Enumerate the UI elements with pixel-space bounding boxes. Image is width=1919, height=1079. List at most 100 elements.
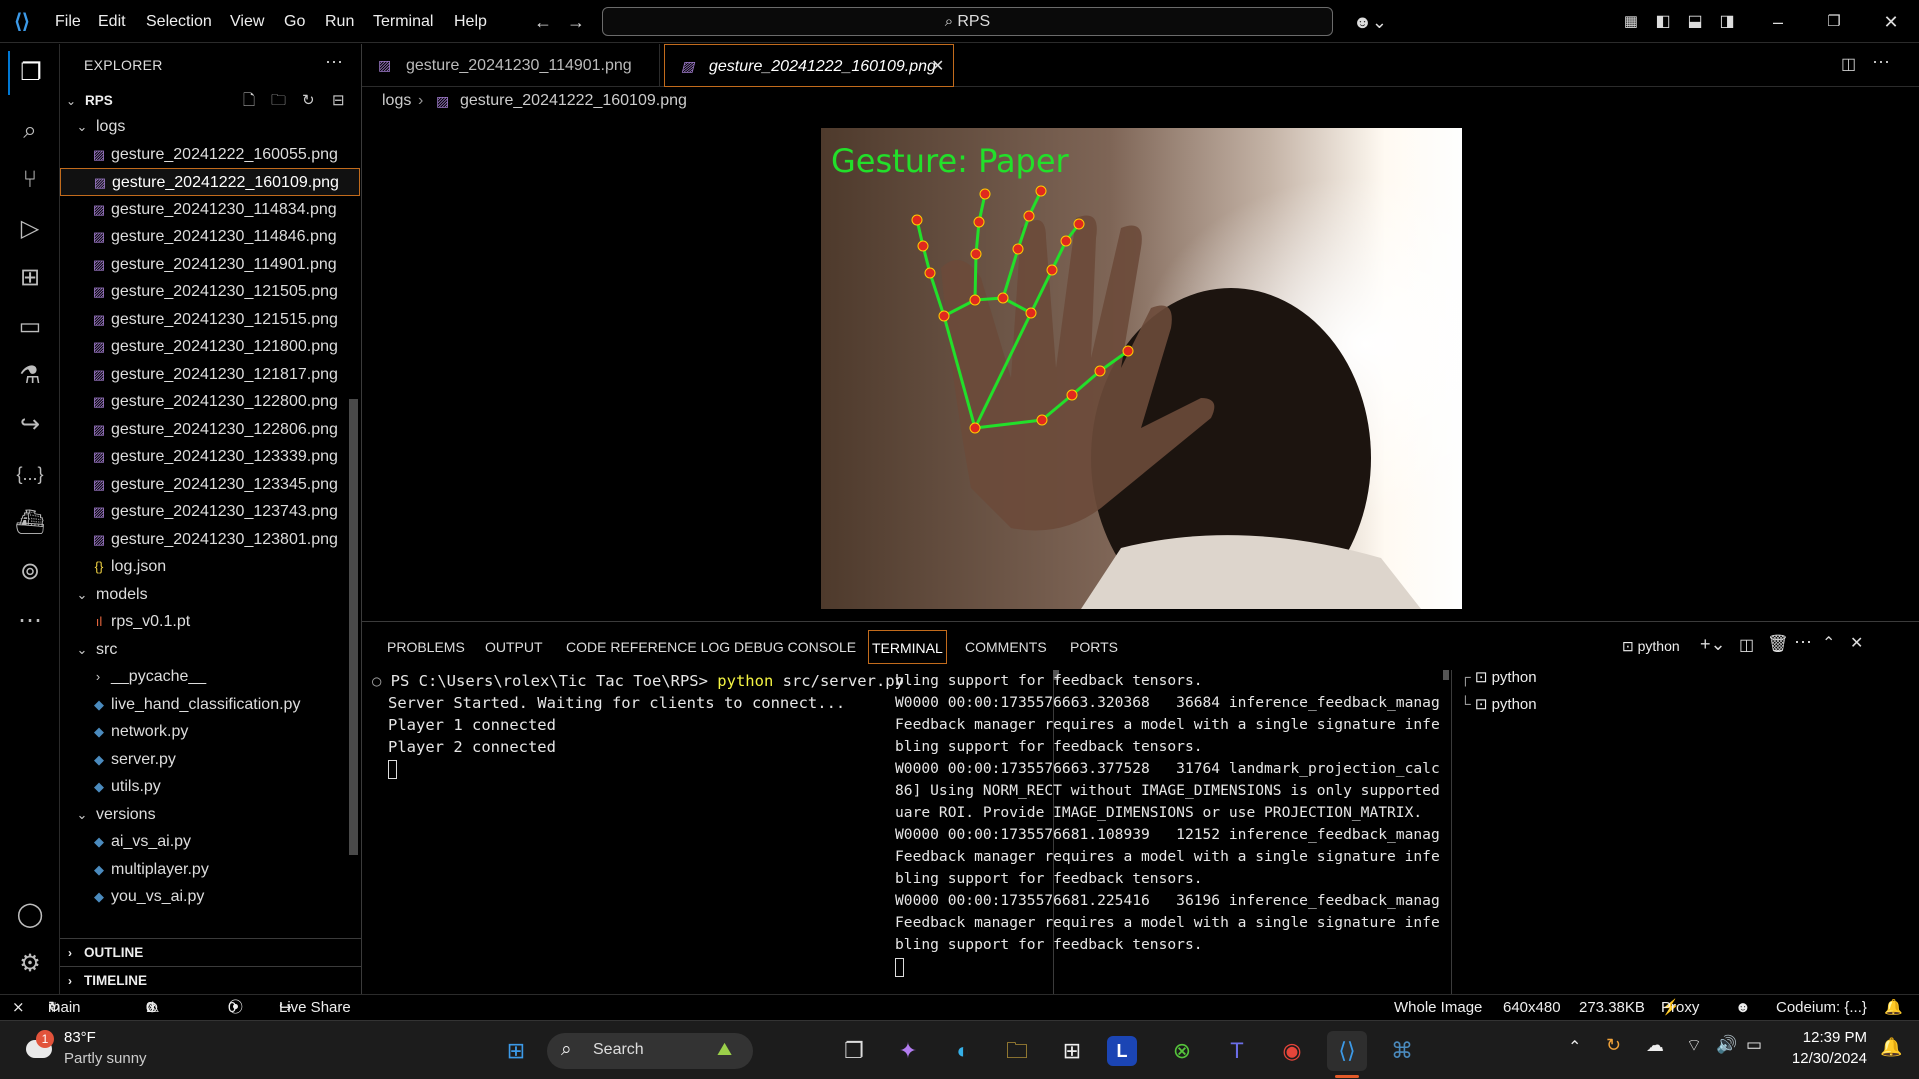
file-item[interactable]: ▨ gesture_20241230_121515.png	[60, 306, 360, 334]
menu-selection[interactable]: Selection	[146, 0, 212, 43]
toggle-secondary-sidebar-icon[interactable]: ◨	[1715, 10, 1739, 34]
search-view-icon[interactable]: ⌕	[8, 109, 52, 153]
vscode-taskbar-icon[interactable]: ⟨⟩	[1327, 1031, 1367, 1071]
python-taskbar-icon[interactable]: ⌘	[1382, 1031, 1422, 1071]
file-item[interactable]: {} log.json	[60, 553, 360, 581]
tab-debug-console[interactable]: DEBUG CONSOLE	[734, 630, 856, 664]
tab-problems[interactable]: PROBLEMS	[387, 630, 465, 664]
command-center[interactable]: ⌕ RPS	[602, 7, 1333, 36]
remote-icon[interactable]: ⨯	[12, 995, 25, 1020]
json-tools-icon[interactable]: {...}	[8, 452, 52, 496]
file-item[interactable]: ▨ gesture_20241230_123345.png	[60, 471, 360, 499]
file-item[interactable]: ▨ gesture_20241230_123801.png	[60, 526, 360, 554]
menu-edit[interactable]: Edit	[98, 0, 126, 43]
timeline-section[interactable]: › TIMELINE	[60, 966, 362, 994]
tab-gesture-114901[interactable]: ▨ gesture_20241230_114901.png	[362, 44, 660, 87]
menu-help[interactable]: Help	[454, 0, 487, 43]
more-views-icon[interactable]: ⋯	[8, 599, 52, 643]
copilot-icon[interactable]: ☻⌄	[1352, 10, 1388, 34]
copilot-app-icon[interactable]: ✦	[888, 1031, 928, 1071]
copilot-status-icon[interactable]: ☻	[1735, 995, 1751, 1020]
folder-item[interactable]: ⌄ src	[60, 636, 360, 664]
file-item[interactable]: ▨ gesture_20241230_114834.png	[60, 196, 360, 224]
testing-icon[interactable]: ⚗	[8, 354, 52, 398]
chrome-icon[interactable]: ◉	[1272, 1031, 1312, 1071]
restore-icon[interactable]: ❐	[1822, 10, 1846, 34]
menu-terminal[interactable]: Terminal	[373, 0, 433, 43]
codeium-status[interactable]: Codeium: {...}	[1776, 995, 1867, 1020]
close-panel-icon[interactable]: ✕	[1850, 633, 1863, 653]
terminal-list-item[interactable]: └ ⊡ python	[1460, 693, 1537, 717]
explorer-icon[interactable]: ❐	[8, 51, 52, 95]
forward-arrow-icon[interactable]: →	[564, 10, 588, 34]
split-editor-icon[interactable]: ◫	[1841, 54, 1856, 74]
file-item[interactable]: ◆ utils.py	[60, 773, 360, 801]
workspace-root[interactable]: ⌄ RPS 🗋 🗀 ↻ ⊟	[60, 88, 362, 114]
folder-item[interactable]: ⌄ versions	[60, 801, 360, 829]
breadcrumb-folder[interactable]: logs	[382, 88, 411, 114]
sidebar-scrollbar[interactable]	[349, 399, 358, 855]
xbox-icon[interactable]: ⊗	[1162, 1031, 1202, 1071]
file-item[interactable]: ◆ ai_vs_ai.py	[60, 828, 360, 856]
manage-gear-icon[interactable]: ⚙	[8, 942, 52, 986]
accounts-icon[interactable]: ◯	[8, 893, 52, 937]
teams-icon[interactable]: T	[1217, 1031, 1257, 1071]
panel-more-icon[interactable]: ⋯	[1794, 632, 1812, 653]
battery-icon[interactable]: ▭	[1746, 1035, 1762, 1055]
zoom-status[interactable]: Whole Image	[1394, 995, 1482, 1020]
volume-icon[interactable]: 🔊	[1716, 1035, 1737, 1055]
weather-widget-icon[interactable]: 1	[22, 1030, 58, 1068]
split-terminal-icon[interactable]: ◫	[1739, 635, 1754, 655]
windows-start-icon[interactable]: ⊞	[496, 1031, 536, 1071]
clock-time[interactable]: 12:39 PM	[1787, 1029, 1867, 1046]
file-item[interactable]: ◆ multiplayer.py	[60, 856, 360, 884]
task-view-icon[interactable]: ❐	[834, 1031, 874, 1071]
terminal-profile[interactable]: ⊡ python	[1622, 638, 1680, 655]
refresh-icon[interactable]: ↻	[302, 88, 315, 114]
tab-comments[interactable]: COMMENTS	[965, 630, 1047, 664]
toggle-sidebar-icon[interactable]: ◧	[1651, 10, 1675, 34]
menu-go[interactable]: Go	[284, 0, 305, 43]
folder-item[interactable]: ⌄ models	[60, 581, 360, 609]
remote-explorer-icon[interactable]: ▭	[8, 305, 52, 349]
l-app-icon[interactable]: L	[1107, 1036, 1137, 1066]
edge-browser-icon[interactable]: ◐	[943, 1031, 983, 1071]
tab-output[interactable]: OUTPUT	[485, 630, 543, 664]
menu-file[interactable]: File	[55, 0, 81, 43]
taskbar-search[interactable]: ⌕ Search ⛰	[547, 1033, 753, 1069]
file-item[interactable]: ▨ gesture_20241230_121800.png	[60, 333, 360, 361]
tab-terminal[interactable]: TERMINAL	[868, 630, 947, 664]
file-item[interactable]: ◆ live_hand_classification.py	[60, 691, 360, 719]
file-explorer-icon[interactable]: 🗀	[997, 1031, 1037, 1071]
close-tab-icon[interactable]: ✕	[931, 45, 944, 88]
new-folder-icon[interactable]: 🗀	[271, 88, 286, 114]
terminal-list-item[interactable]: ┌ ⊡ python	[1460, 666, 1537, 690]
live-share-icon[interactable]: ↪	[8, 403, 52, 447]
menu-run[interactable]: Run	[325, 0, 354, 43]
terminal-scrollbar[interactable]	[1443, 670, 1449, 680]
clock-date[interactable]: 12/30/2024	[1787, 1050, 1867, 1067]
maximize-panel-icon[interactable]: ⌃	[1822, 633, 1835, 653]
codeium-icon[interactable]: ⊚	[8, 550, 52, 594]
tab-code-reference-log[interactable]: CODE REFERENCE LOG	[566, 630, 730, 664]
folder-item[interactable]: ⌄ logs	[60, 117, 360, 141]
extensions-icon[interactable]: ⊞	[8, 256, 52, 300]
update-icon[interactable]: ↻	[1606, 1035, 1621, 1056]
onedrive-icon[interactable]: ☁	[1646, 1035, 1664, 1056]
editor-more-icon[interactable]: ⋯	[1872, 52, 1890, 73]
show-hidden-icons[interactable]: ⌃	[1568, 1037, 1581, 1057]
terminal-right[interactable]: bling support for feedback tensors. W0000…	[895, 670, 1440, 990]
run-debug-icon[interactable]: ▷	[8, 207, 52, 251]
wifi-icon[interactable]: ⌔	[1686, 1035, 1702, 1056]
tab-ports[interactable]: PORTS	[1070, 630, 1118, 664]
file-item[interactable]: ◆ network.py	[60, 718, 360, 746]
file-item[interactable]: ▨ gesture_20241230_122800.png	[60, 388, 360, 416]
file-item[interactable]: ▨ gesture_20241230_123339.png	[60, 443, 360, 471]
new-terminal-icon[interactable]: +⌄	[1700, 634, 1726, 655]
file-item[interactable]: ▨ gesture_20241230_123743.png	[60, 498, 360, 526]
kill-terminal-icon[interactable]: 🗑	[1767, 634, 1789, 654]
new-file-icon[interactable]: 🗋	[243, 88, 255, 114]
microsoft-store-icon[interactable]: ⊞	[1052, 1031, 1092, 1071]
file-item[interactable]: ıl rps_v0.1.pt	[60, 608, 360, 636]
docker-icon[interactable]: ⛴	[8, 501, 52, 545]
